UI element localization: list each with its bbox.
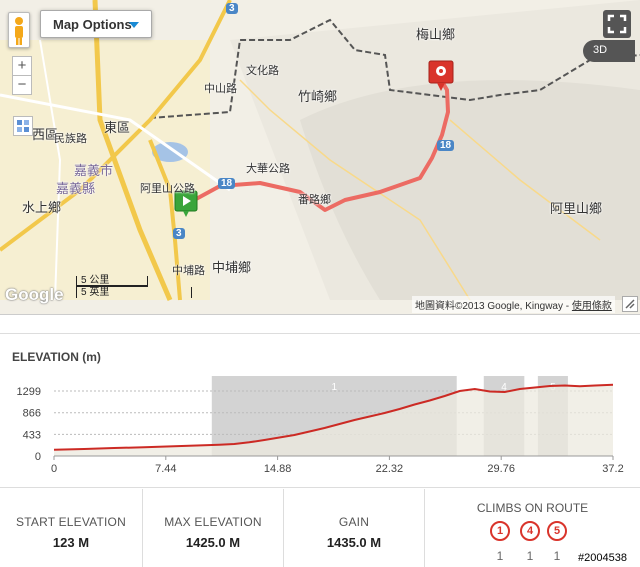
scale-km: 5 公里 [76,276,148,287]
stat-label: GAIN [338,515,370,529]
map-attribution: 地圖資料©2013 Google, Kingway - 使用條款 [412,296,615,313]
climbs-label: CLIMBS ON ROUTE [476,501,589,515]
route-page: 18 18 3 3 梅山鄉 竹崎鄉 阿里山鄉 中埔鄉 水上鄉 東區 西區 番路鄉… [0,0,640,567]
stat-value: 1425.0 M [185,535,241,550]
stat-max-elevation: MAX ELEVATION 1425.0 M [143,489,284,567]
map-scale: 5 公里 5 英里 [76,276,192,298]
3d-view-button[interactable]: 3D [583,40,635,62]
end-marker-icon[interactable] [428,60,454,92]
route-shield-3: 3 [226,3,238,14]
climb-cat-1-icon[interactable]: 1 [490,521,510,541]
y-tick-label: 0 [35,451,41,463]
route-shield-3-south: 3 [173,228,185,239]
route-map[interactable]: 18 18 3 3 梅山鄉 竹崎鄉 阿里山鄉 中埔鄉 水上鄉 東區 西區 番路鄉… [0,0,640,315]
resize-icon[interactable] [622,296,638,312]
zoom-in-button[interactable]: + [12,56,32,76]
street-view-pegman-icon[interactable] [8,12,30,48]
route-shield-18: 18 [218,178,236,189]
zoom-out-button[interactable]: − [12,75,32,95]
stat-start-elevation: START ELEVATION 123 M [0,489,143,567]
map-options-dropdown[interactable]: Map Options [40,10,152,38]
x-tick-label: 37.2 [602,463,623,475]
label-zhongshan-road: 中山路 [204,83,237,95]
attribution-text: 地圖資料©2013 Google, Kingway - [415,301,572,312]
climb-cat-5-icon[interactable]: 5 [547,521,567,541]
map-options-label: Map Options [53,17,132,32]
label-minzu-road: 民族路 [54,133,87,145]
map-canvas[interactable] [0,0,640,315]
climb-count: 1 [553,549,561,563]
stat-value: 123 M [52,535,90,550]
label-alishan-road: 阿里山公路 [140,183,195,195]
y-tick-label: 433 [23,429,41,441]
map-type-icon[interactable] [13,116,33,136]
label-alishan: 阿里山鄉 [550,201,603,216]
x-tick-label: 14.88 [264,463,292,475]
terms-of-use-link[interactable]: 使用條款 [572,301,612,312]
stat-value: 1435.0 M [326,535,382,550]
label-wenhua-road: 文化路 [246,65,279,77]
google-logo[interactable]: Google [5,285,64,305]
label-meishan: 梅山鄉 [416,27,456,42]
elevation-panel: ELEVATION (m) 1450433866129907.4414.8822… [0,333,640,488]
label-east-district: 東區 [104,120,131,135]
label-dahua-road: 大華公路 [246,163,290,175]
climb-count: 1 [496,549,504,563]
x-tick-label: 7.44 [155,463,176,475]
route-shield-18-east: 18 [437,140,455,151]
stat-label: START ELEVATION [16,515,126,529]
y-tick-label: 1299 [17,386,41,398]
x-tick-label: 22.32 [376,463,404,475]
climb-cat-4-icon[interactable]: 4 [520,521,540,541]
x-tick-label: 29.76 [487,463,515,475]
label-chiayi-county: 嘉義縣 [56,181,96,196]
label-fanlu: 番路鄉 [298,194,331,206]
watermark: #2004538 [578,552,627,564]
stat-gain: GAIN 1435.0 M [284,489,425,567]
y-tick-label: 866 [23,408,41,420]
elevation-chart[interactable]: 1450433866129907.4414.8822.3229.7637.2 [0,334,640,489]
chevron-down-icon [129,22,139,28]
x-tick-label: 0 [51,463,57,475]
label-zhuqi: 竹崎鄉 [298,89,338,104]
label-zhongpu: 中埔鄉 [212,260,252,275]
label-chiayi-city: 嘉義市 [74,163,114,178]
stat-label: MAX ELEVATION [164,515,262,529]
fullscreen-icon[interactable] [603,10,631,38]
climb-count: 1 [526,549,534,563]
label-shuishang: 水上鄉 [22,200,62,215]
route-stats: START ELEVATION 123 M MAX ELEVATION 1425… [0,489,640,567]
scale-mi: 5 英里 [76,287,192,298]
